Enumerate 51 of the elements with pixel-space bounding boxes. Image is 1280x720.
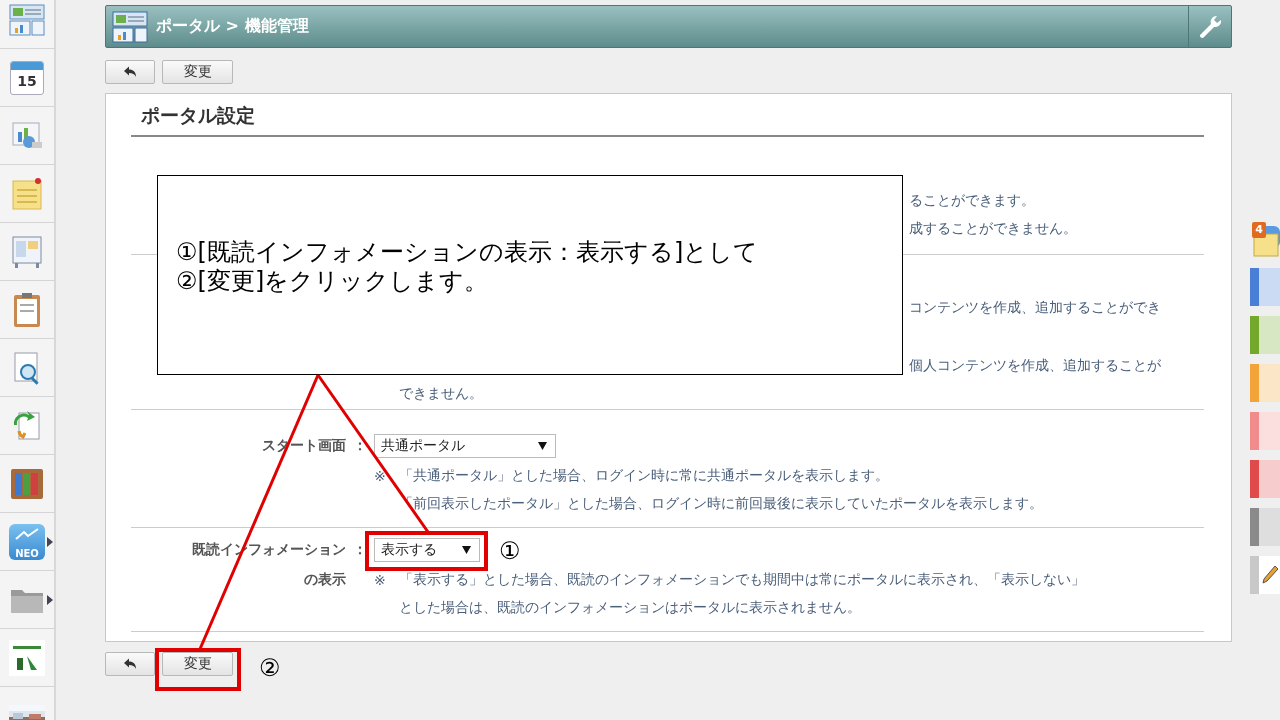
note-text: 個人コンテンツを作成、追加することが <box>909 356 1162 375</box>
change-button[interactable]: 変更 <box>162 60 233 84</box>
sticky-note-icon <box>11 176 43 211</box>
back-arrow-icon <box>123 658 137 670</box>
dropdown[interactable]: 表示する <box>374 538 480 562</box>
note-text: とした場合は、既読のインフォメーションはポータルに表示されません。 <box>399 599 861 617</box>
binders-icon <box>10 467 44 500</box>
step-number: ② <box>259 654 281 682</box>
note-text: できません。 <box>399 384 484 403</box>
callout-text: ②[変更]をクリックします。 <box>176 267 490 296</box>
note-text: 「共通ポータル」とした場合、ログイン時に常に共通ポータルを表示します。 <box>399 467 889 485</box>
note-mark: ※ <box>374 572 387 588</box>
portal-icon <box>112 10 148 43</box>
pencil-icon <box>1260 565 1279 585</box>
bulletin-board-icon <box>11 234 43 269</box>
dock-item[interactable] <box>1250 556 1280 594</box>
callout-text: ①[既読インフォメーションの表示：表示する]として <box>176 238 760 267</box>
sidebar-item[interactable]: 15 <box>0 49 54 107</box>
shop-logo-icon <box>9 639 45 676</box>
note-text: コンテンツを作成、追加することができ <box>909 298 1162 317</box>
portal-icon <box>9 3 45 36</box>
color-tab[interactable] <box>1250 412 1280 450</box>
calendar-date: 15 <box>17 71 37 91</box>
clipboard-icon <box>12 291 42 328</box>
trend-line-icon <box>14 526 40 541</box>
color-tab[interactable] <box>1250 364 1280 402</box>
back-arrow-icon <box>123 66 137 78</box>
neo-label: NEO <box>15 547 39 559</box>
note-mark: ※ <box>374 468 387 484</box>
change-button[interactable]: 変更 <box>162 652 233 676</box>
caret-icon <box>538 442 547 450</box>
label-colon: ： <box>352 541 368 559</box>
caret-icon <box>462 546 471 554</box>
back-button[interactable] <box>105 652 155 676</box>
note-text: 「表示する」とした場合、既読のインフォメーションでも期間中は常にポータルに表示され、「表示しない」 <box>399 571 1085 589</box>
wrench-icon[interactable] <box>1197 13 1223 40</box>
document-sync-icon <box>11 408 43 443</box>
note-text: ることができます。 <box>909 191 1036 210</box>
color-tab[interactable] <box>1250 268 1280 306</box>
back-button[interactable] <box>105 60 155 84</box>
color-tab[interactable] <box>1250 316 1280 354</box>
note-text: 成することができません。 <box>909 219 1078 238</box>
setting-label: の表示 <box>304 571 346 589</box>
panel-title: ポータル設定 <box>131 94 1204 137</box>
color-tab[interactable] <box>1250 508 1280 546</box>
color-tab[interactable] <box>1250 460 1280 498</box>
count-badge: 4 <box>1252 222 1266 238</box>
dropdown[interactable]: 共通ポータル <box>374 434 556 458</box>
step-number: ① <box>499 537 521 565</box>
breadcrumb: ポータル > 機能管理 <box>156 16 310 37</box>
label-colon: ： <box>352 437 368 455</box>
